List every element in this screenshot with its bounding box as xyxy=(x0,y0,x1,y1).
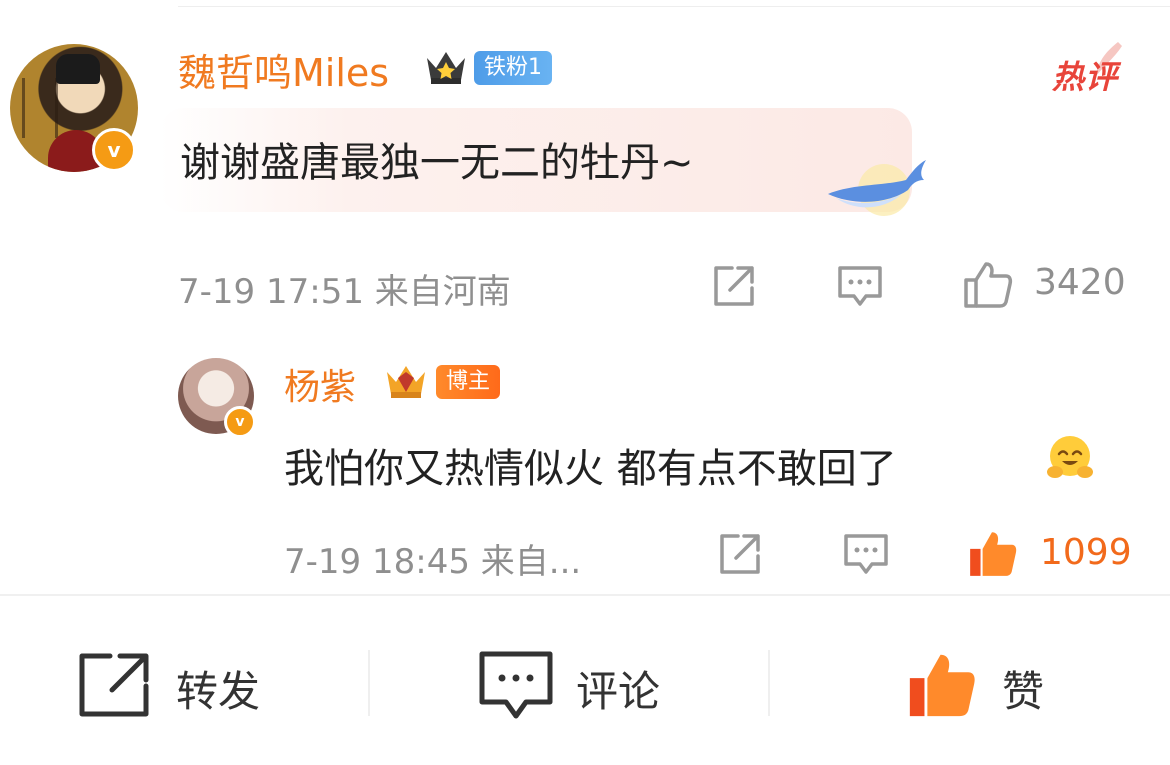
bottom-bar-separator xyxy=(368,650,370,716)
comment-icon[interactable] xyxy=(836,262,884,310)
comment-author-name[interactable]: 魏哲鸣Miles xyxy=(178,42,389,97)
repost-button[interactable]: 转发 xyxy=(176,658,260,719)
reply-author-name[interactable]: 杨紫 xyxy=(284,358,356,410)
blogger-badge[interactable]: 博主 xyxy=(436,365,501,399)
verified-icon: v xyxy=(92,128,136,172)
share-icon[interactable] xyxy=(716,530,764,578)
verified-icon: v xyxy=(224,406,256,438)
share-icon[interactable] xyxy=(710,262,758,310)
bottom-bar-separator xyxy=(768,650,770,716)
comment-bubble-icon[interactable] xyxy=(478,650,554,720)
repost-icon[interactable] xyxy=(76,650,152,720)
hug-emoji-icon xyxy=(1047,436,1093,478)
avatar-hat xyxy=(56,54,100,84)
comment-button[interactable]: 评论 xyxy=(576,658,660,719)
reply-meta: 7-19 18:45 来自... xyxy=(284,542,582,582)
comment-icon[interactable] xyxy=(842,530,890,578)
reply-text: 我怕你又热情似火 都有点不敢回了 xyxy=(284,446,897,492)
reply-like-count: 1099 xyxy=(1040,532,1132,573)
crown-icon xyxy=(427,52,465,84)
hot-comment-label: 热评 xyxy=(1051,58,1118,96)
bottom-bar-divider xyxy=(0,594,1170,596)
top-divider xyxy=(178,6,1170,7)
comment-like-count: 3420 xyxy=(1034,262,1126,303)
whale-decoration-icon xyxy=(828,160,926,216)
like-button[interactable]: 赞 xyxy=(1002,658,1044,719)
comment-text: 谢谢盛唐最独一无二的牡丹~ xyxy=(180,140,694,186)
avatar-calligraphy xyxy=(22,78,58,138)
thumb-up-icon[interactable] xyxy=(902,646,982,722)
liked-icon[interactable] xyxy=(966,526,1020,580)
comment-meta: 7-19 17:51 来自河南 xyxy=(178,272,511,312)
crown-icon xyxy=(387,366,425,398)
fan-badge[interactable]: 铁粉1 xyxy=(474,51,552,85)
like-icon[interactable] xyxy=(962,258,1014,310)
